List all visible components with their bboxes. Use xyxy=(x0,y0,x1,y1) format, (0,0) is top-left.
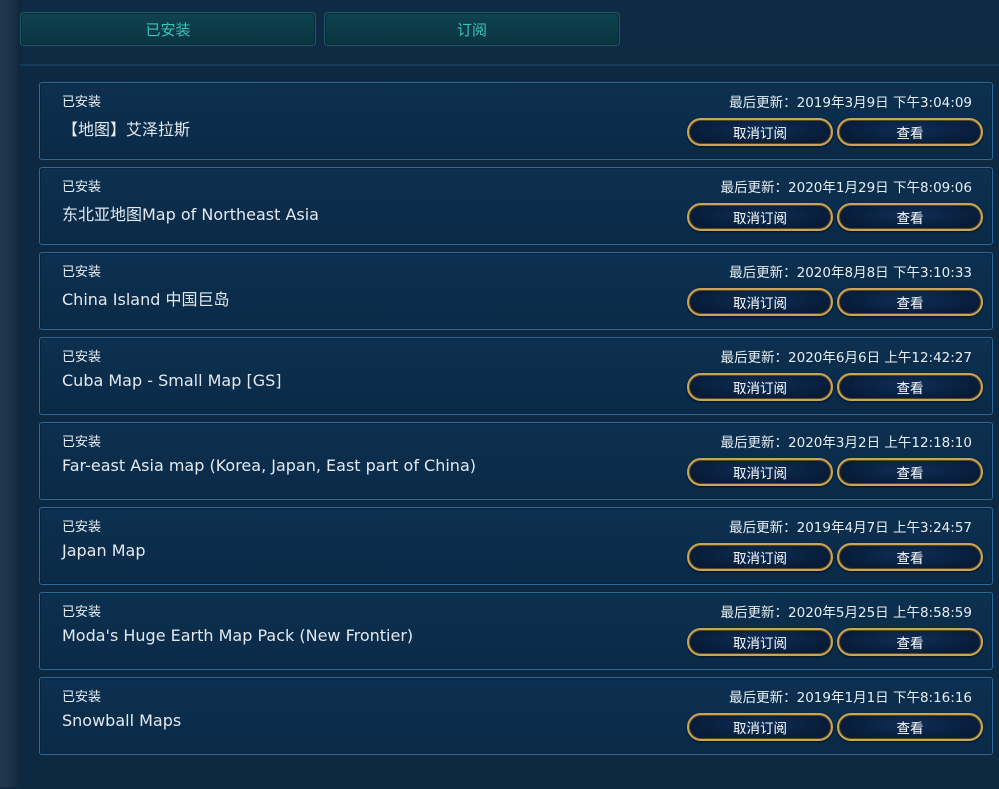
view-button[interactable]: 查看 xyxy=(837,288,983,316)
unsubscribe-button[interactable]: 取消订阅 xyxy=(687,118,833,146)
unsubscribe-button[interactable]: 取消订阅 xyxy=(687,458,833,486)
list-item: 已安装 Far-east Asia map (Korea, Japan, Eas… xyxy=(39,422,993,500)
list-item: 已安装 Moda's Huge Earth Map Pack (New Fron… xyxy=(39,592,993,670)
tab-bar: 已安装 订阅 xyxy=(20,12,620,50)
unsubscribe-button[interactable]: 取消订阅 xyxy=(687,203,833,231)
unsubscribe-button[interactable]: 取消订阅 xyxy=(687,288,833,316)
item-title: Japan Map xyxy=(62,541,146,560)
last-updated: 最后更新：2020年1月29日 下午8:09:06 xyxy=(720,180,972,196)
view-button[interactable]: 查看 xyxy=(837,543,983,571)
list-item: 已安装 China Island 中国巨岛 最后更新：2020年8月8日 下午3… xyxy=(39,252,993,330)
item-title: 【地图】艾泽拉斯 xyxy=(62,120,191,139)
item-title: Cuba Map - Small Map [GS] xyxy=(62,371,282,390)
list-item: 已安装 Snowball Maps 最后更新：2019年1月1日 下午8:16:… xyxy=(39,677,993,755)
list-item: 已安装 东北亚地图Map of Northeast Asia 最后更新：2020… xyxy=(39,167,993,245)
unsubscribe-button[interactable]: 取消订阅 xyxy=(687,713,833,741)
view-button[interactable]: 查看 xyxy=(837,203,983,231)
last-updated: 最后更新：2020年6月6日 上午12:42:27 xyxy=(720,350,972,366)
unsubscribe-button[interactable]: 取消订阅 xyxy=(687,543,833,571)
mod-list: 已安装 【地图】艾泽拉斯 最后更新：2019年3月9日 下午3:04:09 取消… xyxy=(39,82,993,762)
last-updated: 最后更新：2019年4月7日 上午3:24:57 xyxy=(729,520,972,536)
item-title: Far-east Asia map (Korea, Japan, East pa… xyxy=(62,456,476,475)
status-label: 已安装 xyxy=(62,690,102,705)
status-label: 已安装 xyxy=(62,605,102,620)
last-updated: 最后更新：2020年8月8日 下午3:10:33 xyxy=(729,265,972,281)
left-decorative-edge xyxy=(0,0,22,787)
tab-subscribed[interactable]: 订阅 xyxy=(324,12,620,46)
view-button[interactable]: 查看 xyxy=(837,713,983,741)
item-title: Snowball Maps xyxy=(62,711,182,730)
last-updated: 最后更新：2020年5月25日 上午8:58:59 xyxy=(720,605,972,621)
last-updated: 最后更新：2019年3月9日 下午3:04:09 xyxy=(729,95,972,111)
item-title: China Island 中国巨岛 xyxy=(62,290,230,309)
unsubscribe-button[interactable]: 取消订阅 xyxy=(687,373,833,401)
item-title: 东北亚地图Map of Northeast Asia xyxy=(62,205,319,224)
status-label: 已安装 xyxy=(62,180,102,195)
status-label: 已安装 xyxy=(62,350,102,365)
view-button[interactable]: 查看 xyxy=(837,628,983,656)
tab-installed[interactable]: 已安装 xyxy=(20,12,316,46)
status-label: 已安装 xyxy=(62,265,102,280)
list-item: 已安装 Japan Map 最后更新：2019年4月7日 上午3:24:57 取… xyxy=(39,507,993,585)
view-button[interactable]: 查看 xyxy=(837,118,983,146)
status-label: 已安装 xyxy=(62,95,102,110)
unsubscribe-button[interactable]: 取消订阅 xyxy=(687,628,833,656)
last-updated: 最后更新：2020年3月2日 上午12:18:10 xyxy=(720,435,972,451)
view-button[interactable]: 查看 xyxy=(837,373,983,401)
status-label: 已安装 xyxy=(62,520,102,535)
item-title: Moda's Huge Earth Map Pack (New Frontier… xyxy=(62,626,414,645)
status-label: 已安装 xyxy=(62,435,102,450)
last-updated: 最后更新：2019年1月1日 下午8:16:16 xyxy=(729,690,972,706)
view-button[interactable]: 查看 xyxy=(837,458,983,486)
list-item: 已安装 【地图】艾泽拉斯 最后更新：2019年3月9日 下午3:04:09 取消… xyxy=(39,82,993,160)
list-item: 已安装 Cuba Map - Small Map [GS] 最后更新：2020年… xyxy=(39,337,993,415)
